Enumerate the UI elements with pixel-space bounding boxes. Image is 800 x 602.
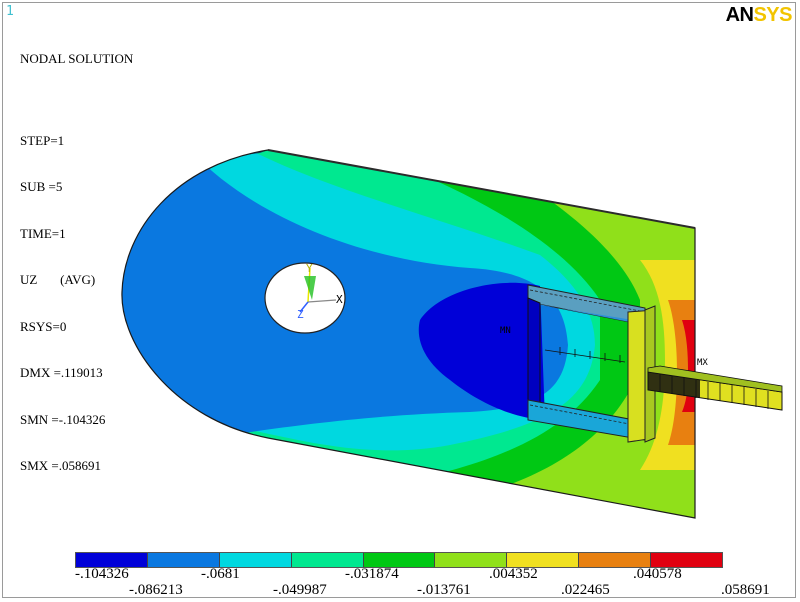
center-hole: [264, 262, 346, 334]
axis-z-label: Z: [297, 308, 304, 321]
legend-value-3: -.049987: [273, 582, 327, 598]
legend-swatch-5: [435, 553, 508, 567]
legend-swatch-6: [507, 553, 580, 567]
graphics-viewport[interactable]: 1 ANSYS NODAL SOLUTION STEP=1 SUB =5 TIM…: [0, 0, 800, 602]
legend-value-5: -.013761: [417, 582, 471, 598]
contour-legend-bar: [75, 552, 723, 568]
axis-x-label: X: [336, 293, 343, 306]
legend-value-6: .004352: [489, 566, 538, 582]
fea-contour-model[interactable]: X Y Z: [0, 0, 800, 602]
legend-swatch-8: [651, 553, 723, 567]
max-marker: MX: [697, 358, 708, 368]
legend-swatch-3: [291, 553, 364, 567]
legend-value-7: .022465: [561, 582, 610, 598]
legend-value-2: -.0681: [201, 566, 240, 582]
legend-value-0: -.104326: [75, 566, 129, 582]
legend-swatch-0: [76, 553, 148, 567]
legend-value-8: .040578: [633, 566, 682, 582]
legend-swatch-1: [147, 553, 220, 567]
min-marker: MN: [500, 326, 511, 336]
legend-value-9: .058691: [721, 582, 770, 598]
axis-y-label: Y: [306, 262, 313, 275]
legend-swatch-7: [579, 553, 652, 567]
legend-swatch-4: [363, 553, 436, 567]
legend-value-4: -.031874: [345, 566, 399, 582]
legend-swatch-2: [219, 553, 292, 567]
legend-value-1: -.086213: [129, 582, 183, 598]
plate-contour: [121, 150, 695, 518]
